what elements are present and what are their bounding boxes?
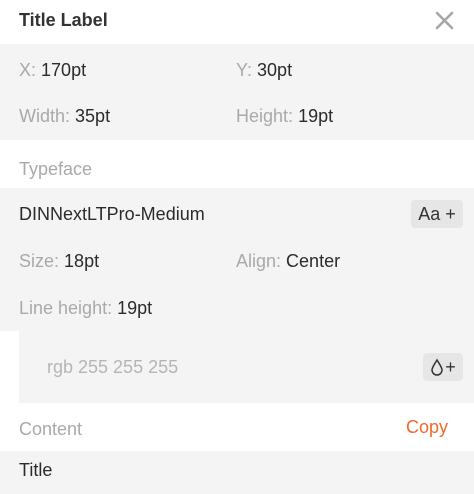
add-color-button[interactable]: + xyxy=(423,353,463,381)
content-header: Content xyxy=(0,403,474,451)
add-color-plus: + xyxy=(445,356,456,377)
content-section-label: Content xyxy=(19,419,83,439)
color-value: rgb 255 255 255 xyxy=(47,357,179,377)
panel-header: Title Label xyxy=(0,0,474,44)
panel-title: Title Label xyxy=(19,10,108,30)
font-name: DINNextLTPro-Medium xyxy=(19,204,205,224)
y-value: 30pt xyxy=(257,60,293,80)
geometry-section: X: 170pt Y: 30pt Width: 35pt Height: 19p… xyxy=(0,44,474,140)
height-value: 19pt xyxy=(298,106,334,126)
width-label: Width: xyxy=(19,106,71,126)
x-field: X: 170pt xyxy=(19,59,86,81)
copy-button[interactable]: Copy xyxy=(406,417,448,438)
line-height-label: Line height: xyxy=(19,298,113,318)
y-label: Y: xyxy=(236,60,253,80)
color-section: rgb 255 255 255 + xyxy=(0,331,474,403)
typography-section: DINNextLTPro-Medium Aa + Size: 18pt Alig… xyxy=(0,188,474,331)
size-label: Size: xyxy=(19,251,60,271)
align-label: Align: xyxy=(236,251,282,271)
close-icon xyxy=(435,11,454,30)
typeface-section-label: Typeface xyxy=(19,159,93,179)
color-row: rgb 255 255 255 + xyxy=(19,331,474,403)
drop-icon xyxy=(431,358,443,376)
size-value: 18pt xyxy=(64,251,100,271)
height-field: Height: 19pt xyxy=(236,105,333,127)
font-picker-button[interactable]: Aa + xyxy=(411,200,463,228)
typeface-header: Typeface xyxy=(0,140,474,188)
line-height-field: Line height: 19pt xyxy=(19,297,152,319)
y-field: Y: 30pt xyxy=(236,59,292,81)
width-value: 35pt xyxy=(75,106,111,126)
content-section: Title xyxy=(0,451,474,494)
size-field: Size: 18pt xyxy=(19,250,99,272)
inspector-panel: Title Label X: 170pt Y: 30pt Width: 35pt… xyxy=(0,0,474,494)
x-label: X: xyxy=(19,60,37,80)
content-text: Title xyxy=(19,460,53,480)
height-label: Height: xyxy=(236,106,294,126)
width-field: Width: 35pt xyxy=(19,105,110,127)
align-field: Align: Center xyxy=(236,250,340,272)
close-button[interactable] xyxy=(433,9,457,33)
align-value: Center xyxy=(286,251,341,271)
line-height-value: 19pt xyxy=(117,298,153,318)
x-value: 170pt xyxy=(41,60,87,80)
